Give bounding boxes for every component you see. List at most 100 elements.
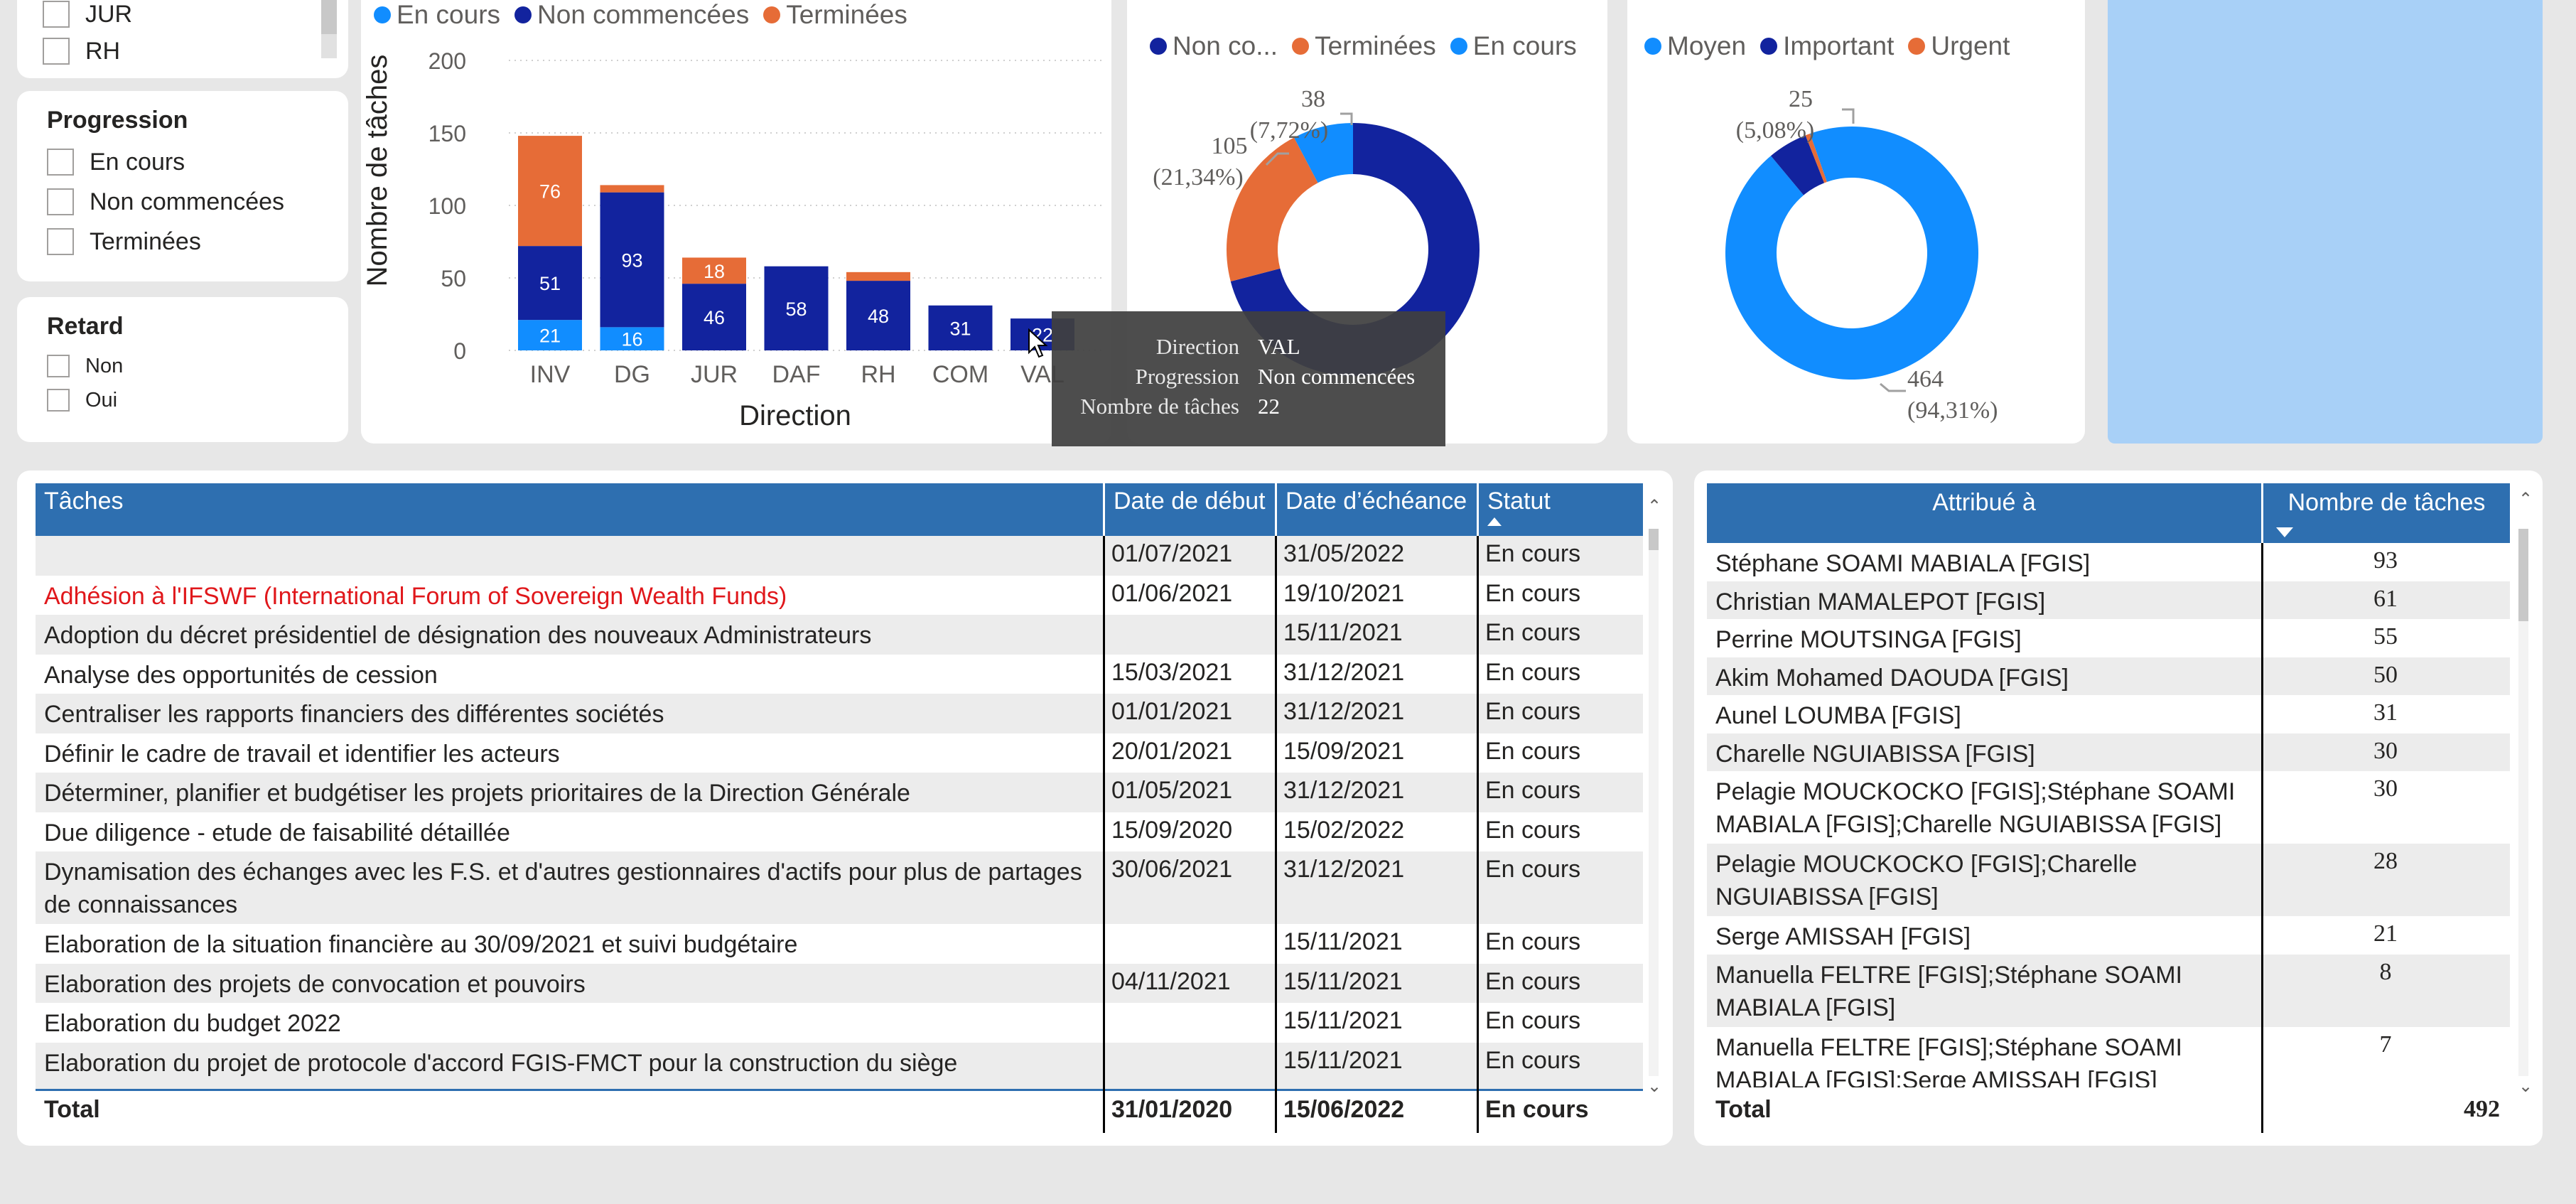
table-row[interactable]: Adoption du décret présidentiel de désig… <box>36 615 1643 655</box>
slicer-option-terminees[interactable]: Terminées <box>47 227 201 256</box>
table-row[interactable]: Aunel LOUMBA [FGIS] 31 <box>1707 695 2510 733</box>
slicer-option-oui[interactable]: Oui <box>47 388 117 412</box>
table-row[interactable]: Serge AMISSAH [FGIS] 21 <box>1707 916 2510 955</box>
table-cell-count: 61 <box>2373 585 2398 612</box>
table-cell-status: En cours <box>1485 579 1581 607</box>
x-axis: INV DG JUR DAF RH COM VAL <box>530 361 1065 388</box>
scrollbar-thumb[interactable] <box>1649 529 1659 550</box>
sort-ascending-icon[interactable] <box>1487 517 1502 526</box>
scrollbar-thumb[interactable] <box>321 0 337 34</box>
table-cell-due: 15/11/2021 <box>1283 1007 1403 1034</box>
option-label: Non <box>85 354 124 377</box>
table-row[interactable]: Perrine MOUTSINGA [FGIS] 55 <box>1707 619 2510 657</box>
slicer-option-jur[interactable]: JUR <box>43 0 132 28</box>
slicer-option-non-commencees[interactable]: Non commencées <box>47 188 284 216</box>
option-label: Non commencées <box>90 188 285 215</box>
scroll-up-arrow[interactable]: ⌃ <box>1647 496 1661 517</box>
table-row[interactable]: Elaboration des projets de convocation e… <box>36 963 1643 1003</box>
table-row[interactable]: Manuella FELTRE [FGIS];Stéphane SOAMI MA… <box>1707 954 2510 1027</box>
bar-segment[interactable] <box>600 185 664 193</box>
y-tick-label: 100 <box>429 193 466 219</box>
tooltip-key: Direction <box>1155 334 1239 359</box>
checkbox[interactable] <box>47 355 70 377</box>
table-cell-status: En cours <box>1485 777 1581 804</box>
option-label: Oui <box>85 388 118 412</box>
table-cell-start: 15/09/2020 <box>1111 816 1233 844</box>
table-cell-assignee: Perrine MOUTSINGA [FGIS] <box>1715 626 2022 653</box>
table-cell-status: En cours <box>1485 737 1581 765</box>
table-row[interactable]: Pelagie MOUCKOCKO [FGIS];Charelle NGUIAB… <box>1707 844 2510 916</box>
table-row[interactable]: Pelagie MOUCKOCKO [FGIS];Stéphane SOAMI … <box>1707 771 2510 844</box>
tasks-table: Tâches Date de début Date d’échéance Statut… <box>36 483 1643 1133</box>
table-cell-due: 15/09/2021 <box>1283 737 1405 765</box>
data-label-value: 38 <box>1301 86 1325 112</box>
table-cell-due: 15/11/2021 <box>1283 967 1403 995</box>
column-header[interactable]: Date d’échéance <box>1275 483 1477 536</box>
data-label-value: 25 <box>1789 86 1813 112</box>
checkbox[interactable] <box>47 228 74 255</box>
tooltip-value: VAL <box>1258 334 1300 359</box>
slicer-option-non[interactable]: Non <box>47 354 123 378</box>
checkbox[interactable] <box>47 188 74 215</box>
checkbox[interactable] <box>43 38 70 65</box>
table-body: Stéphane SOAMI MABIALA [FGIS] 93 Christian… <box>1707 543 2510 1087</box>
table-row[interactable]: Elaboration du budget 2022 15/11/2021 En c… <box>36 1003 1643 1043</box>
scroll-down-arrow[interactable]: ⌄ <box>2518 1076 2533 1097</box>
table-row[interactable]: Christian MAMALEPOT [FGIS] 61 <box>1707 581 2510 619</box>
table-row[interactable]: Dynamisation des échanges avec les F.S. … <box>36 851 1643 924</box>
scroll-up-arrow[interactable]: ⌃ <box>2518 489 2533 510</box>
table-cell-due: 19/10/2021 <box>1283 579 1405 607</box>
table-row[interactable]: Due diligence - etude de faisabilité dét… <box>36 812 1643 851</box>
bar-data-label: 58 <box>785 299 807 320</box>
table-cell-start: 01/07/2021 <box>1111 540 1233 567</box>
table-row[interactable]: Adhésion à l'IFSWF (International Forum … <box>36 575 1643 615</box>
table-row[interactable]: Elaboration du projet de protocole d'acc… <box>36 1042 1643 1082</box>
table-row[interactable]: Définir le cadre de travail et identifie… <box>36 733 1643 773</box>
table-row[interactable]: Akim Mohamed DAOUDA [FGIS] 50 <box>1707 657 2510 695</box>
donut-slice[interactable] <box>1725 126 1978 380</box>
slicer-scrollbar[interactable] <box>321 0 337 58</box>
total-cell-label: Total <box>1715 1096 1772 1123</box>
table-cell-due: 15/11/2021 <box>1283 1046 1403 1074</box>
scroll-down-arrow[interactable]: ⌄ <box>1647 1076 1661 1097</box>
column-header-label: Attribué à <box>1932 489 2036 516</box>
table-row[interactable]: Elaboration de la situation financière a… <box>36 924 1643 964</box>
column-divider <box>1103 536 1105 1133</box>
checkbox[interactable] <box>47 149 74 176</box>
option-label: RH <box>85 37 121 65</box>
column-header[interactable]: Attribué à <box>1707 483 2261 543</box>
checkbox[interactable] <box>47 389 70 412</box>
scrollbar-thumb[interactable] <box>2518 529 2528 621</box>
y-tick-label: 150 <box>429 121 466 146</box>
table-cell-start: 01/06/2021 <box>1111 579 1233 607</box>
table-scrollbar[interactable] <box>2518 529 2528 1076</box>
table-row[interactable]: Stéphane SOAMI MABIALA [FGIS] 93 <box>1707 543 2510 581</box>
table-scrollbar[interactable] <box>1649 529 1659 1076</box>
table-cell-assignee: Aunel LOUMBA [FGIS] <box>1715 702 1961 729</box>
table-row[interactable]: Centraliser les rapports financiers des … <box>36 694 1643 733</box>
tasks-by-direction-chart: En cours Non commencées Terminées Nombre… <box>361 0 1111 444</box>
column-header[interactable]: Statut <box>1477 483 1643 536</box>
column-header[interactable]: Nombre de tâches <box>2261 483 2510 543</box>
column-header-label: Date de début <box>1114 488 1266 515</box>
total-cell-label: Total <box>44 1096 100 1123</box>
table-cell-status: En cours <box>1485 698 1581 725</box>
slicer-option-rh[interactable]: RH <box>43 37 120 65</box>
column-header[interactable]: Tâches <box>36 483 1103 536</box>
column-header[interactable]: Date de début <box>1103 483 1275 536</box>
donut-slices[interactable] <box>1725 126 1978 380</box>
table-row[interactable]: Analyse des opportunités de cession 15/03… <box>36 654 1643 694</box>
data-label-value: 464 <box>1907 366 1944 392</box>
table-row[interactable]: 01/07/2021 31/05/2022 En cours <box>36 536 1643 576</box>
total-cell-count: 492 <box>2464 1096 2500 1122</box>
table-cell-status: En cours <box>1485 816 1581 844</box>
table-row[interactable]: Manuella FELTRE [FGIS];Stéphane SOAMI MA… <box>1707 1026 2510 1087</box>
table-row[interactable]: Déterminer, planifier et budgétiser les … <box>36 773 1643 812</box>
table-cell-assignee: Christian MAMALEPOT [FGIS] <box>1715 588 2046 616</box>
bar-segment[interactable] <box>846 272 910 281</box>
slicer-option-en-cours[interactable]: En cours <box>47 148 185 176</box>
column-header-label: Statut <box>1487 488 1551 515</box>
sort-descending-icon[interactable] <box>2276 527 2293 537</box>
checkbox[interactable] <box>43 1 70 28</box>
table-row[interactable]: Charelle NGUIABISSA [FGIS] 30 <box>1707 733 2510 771</box>
